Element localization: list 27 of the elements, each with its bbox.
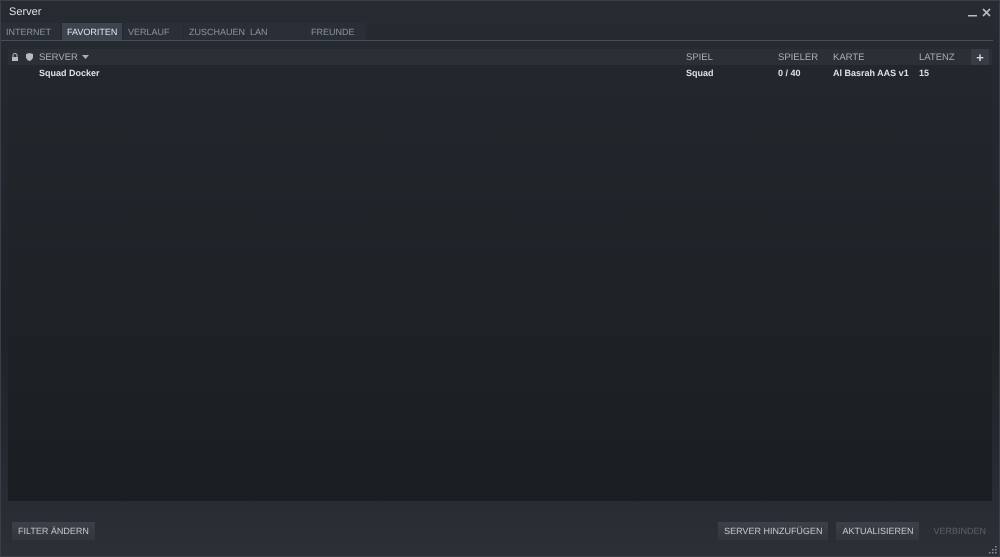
- tab[interactable]: ZUSCHAUEN: [184, 23, 244, 40]
- column-header[interactable]: LATENZ: [919, 52, 971, 62]
- resize-grip-icon[interactable]: [989, 546, 997, 554]
- table-cell: 0 / 40: [778, 68, 801, 78]
- tab[interactable]: FREUNDE: [306, 23, 366, 40]
- add-column-button[interactable]: +: [971, 49, 989, 65]
- tab[interactable]: FAVORITEN: [62, 23, 122, 40]
- shield-icon: [26, 53, 32, 61]
- column-header[interactable]: SPIEL: [686, 52, 778, 62]
- table-cell: Squad: [686, 68, 714, 78]
- filter-button[interactable]: FILTER ÄNDERN: [12, 522, 95, 540]
- table-cell-text: Squad Docker: [38, 68, 100, 78]
- table-cell: Al Basrah AAS v1: [833, 68, 909, 78]
- action-button[interactable]: AKTUALISIEREN: [836, 522, 920, 540]
- server-row[interactable]: Squad Docker Squad 0 / 40 Al Basrah AAS v1 15: [8, 65, 992, 81]
- sort-caret-icon: [82, 55, 89, 59]
- action-button[interactable]: SERVER HINZUFÜGEN: [718, 522, 828, 540]
- lock-icon: [11, 53, 19, 61]
- column-header[interactable]: SERVER: [36, 52, 686, 62]
- column-header[interactable]: KARTE: [833, 52, 919, 62]
- close-icon[interactable]: [982, 8, 990, 16]
- column-header[interactable]: SPIELER: [778, 52, 833, 62]
- table-cell: 15: [919, 68, 930, 78]
- tab[interactable]: LAN: [245, 23, 305, 40]
- tab[interactable]: INTERNET: [1, 23, 61, 40]
- tab[interactable]: VERLAUF: [123, 23, 183, 40]
- window-title: Server: [9, 6, 42, 18]
